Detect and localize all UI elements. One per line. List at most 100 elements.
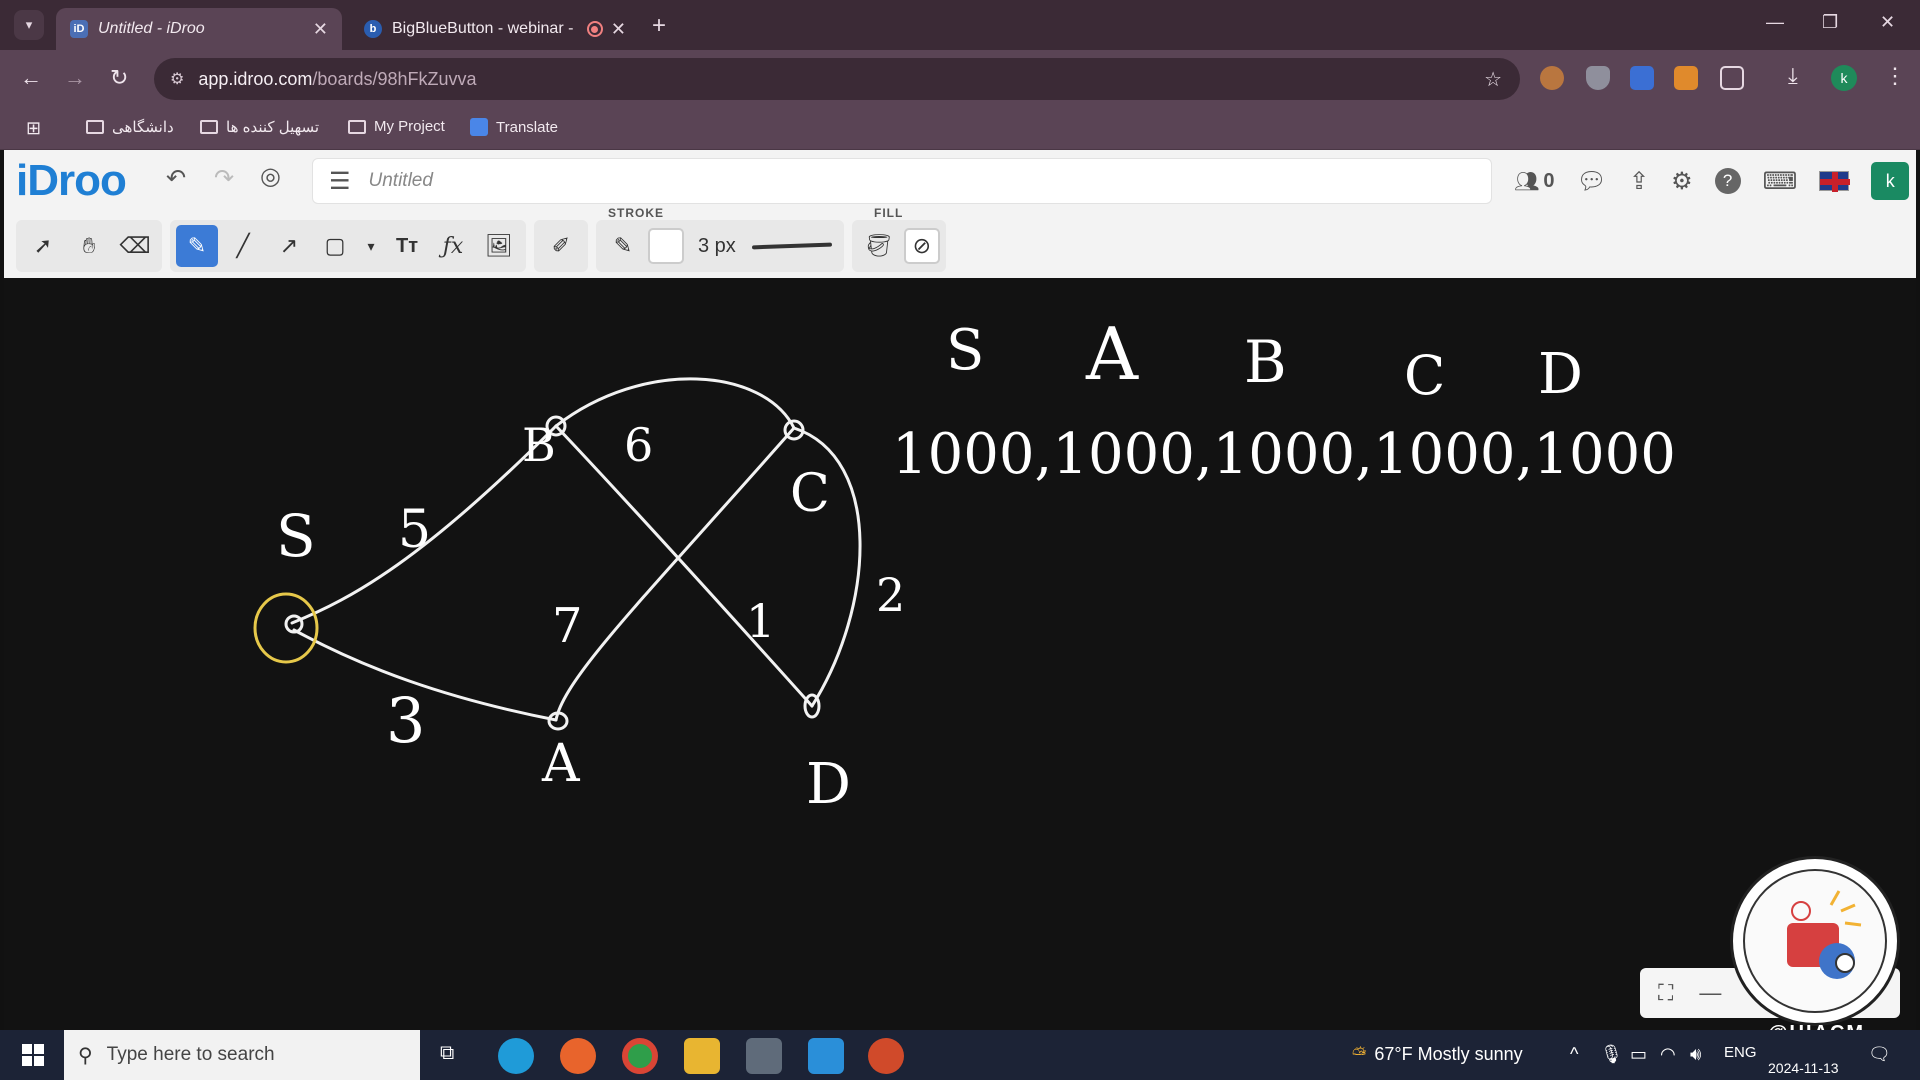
close-tab-icon[interactable]: ✕ xyxy=(313,19,328,40)
stroke-color-swatch[interactable] xyxy=(648,228,684,264)
close-tab-icon[interactable]: ✕ xyxy=(611,19,626,40)
undo-icon[interactable]: ↶ xyxy=(166,164,186,193)
system-date[interactable]: 2024-11-13 xyxy=(1768,1060,1839,1076)
windows-start-icon[interactable] xyxy=(22,1044,44,1066)
freehand-pen-icon[interactable]: ✎ xyxy=(176,225,218,267)
notifications-icon[interactable]: 🗨︎ xyxy=(1868,1044,1891,1065)
weather-widget[interactable]: ⛅︎ 67°F Mostly sunny xyxy=(1352,1044,1523,1065)
folder-icon xyxy=(348,119,366,134)
firefox-icon[interactable] xyxy=(560,1038,596,1074)
bookmark-folder-my-project[interactable]: My Project xyxy=(348,118,445,135)
tab-title: BigBlueButton - webinar - I xyxy=(392,20,579,37)
pan-hand-icon[interactable]: ✋︎ xyxy=(68,225,110,267)
fox-extension-icon[interactable] xyxy=(1674,66,1698,90)
tab-search-chevron-icon[interactable]: ▾ xyxy=(14,10,44,40)
apps-grid-icon[interactable]: ⊞ xyxy=(26,118,41,139)
photos-icon[interactable] xyxy=(808,1038,844,1074)
edge-browser-icon[interactable] xyxy=(498,1038,534,1074)
wifi-icon[interactable]: ◠ xyxy=(1660,1044,1676,1065)
url-text[interactable]: app.idroo.com/boards/98hFkZuvva xyxy=(198,69,476,90)
powerpoint-icon[interactable] xyxy=(868,1038,904,1074)
select-cursor-icon[interactable]: ➚ xyxy=(22,225,64,267)
weight-c-d: 2 xyxy=(876,568,906,622)
uk-flag-icon[interactable] xyxy=(1819,171,1851,192)
eyedropper-group: ✐ xyxy=(534,220,588,272)
hamburger-menu-icon[interactable]: ☰ xyxy=(329,167,351,196)
drawing-tools: ✎ ╱ ↗ ▢ ▾ Tт ƒx 🖼︎ xyxy=(170,220,526,272)
chrome-icon[interactable] xyxy=(622,1038,658,1074)
share-icon[interactable]: ⇪ xyxy=(1629,167,1649,196)
fill-bucket-icon[interactable]: 🪣︎ xyxy=(858,225,900,267)
help-icon[interactable]: ? xyxy=(1714,168,1741,194)
stroke-style-preview[interactable] xyxy=(751,242,832,250)
site-info-icon[interactable]: ⚙ xyxy=(170,69,184,89)
file-explorer-icon[interactable] xyxy=(684,1038,720,1074)
text-tool-icon[interactable]: Tт xyxy=(386,225,428,267)
rectangle-icon[interactable]: ▢ xyxy=(314,225,356,267)
settings-gear-icon[interactable]: ⚙ xyxy=(1671,167,1693,196)
battery-icon[interactable]: ▭ xyxy=(1630,1044,1647,1065)
cookie-extension-icon[interactable] xyxy=(1540,66,1564,90)
board-title[interactable]: Untitled xyxy=(369,170,433,192)
bookmark-translate[interactable]: Translate xyxy=(470,118,558,136)
acm-logo-seal xyxy=(1743,869,1887,1013)
bookmark-folder-academic[interactable]: دانشگاهی xyxy=(86,118,174,136)
stroke-color-pen-icon[interactable]: ✎ xyxy=(602,225,644,267)
download-manager-extension-icon[interactable] xyxy=(1630,66,1654,90)
extensions-puzzle-icon[interactable] xyxy=(1720,66,1744,90)
back-arrow-icon[interactable]: ← xyxy=(20,65,42,91)
fill-section-label: FILL xyxy=(874,206,904,220)
dist-value-c: 1000 xyxy=(1372,422,1516,487)
browser-menu-icon[interactable]: ⋮ xyxy=(1884,63,1906,89)
bookmark-folder-facilitators[interactable]: تسهیل کننده ها xyxy=(200,118,319,136)
image-icon[interactable]: 🖼︎ xyxy=(478,225,520,267)
formula-fx-icon[interactable]: ƒx xyxy=(432,225,474,267)
graph-label-d: D xyxy=(806,752,851,817)
arrow-line-icon[interactable]: ↗ xyxy=(268,225,310,267)
task-view-icon[interactable]: ⧉ xyxy=(440,1042,454,1065)
close-window-icon[interactable]: ✕ xyxy=(1880,12,1895,33)
target-center-icon[interactable]: ◎ xyxy=(260,162,281,191)
bookmark-star-icon[interactable]: ☆ xyxy=(1484,67,1502,92)
profile-avatar[interactable]: k xyxy=(1831,65,1857,91)
calculator-icon[interactable] xyxy=(746,1038,782,1074)
participants-button[interactable]: 👥︎ 0 xyxy=(1514,169,1555,194)
zoom-out-icon[interactable]: — xyxy=(1699,980,1721,1006)
user-avatar[interactable]: k xyxy=(1871,162,1910,200)
board-title-field[interactable]: ☰ Untitled xyxy=(312,158,1492,204)
folder-icon xyxy=(200,120,218,134)
graph-label-b: B xyxy=(522,418,556,472)
line-icon[interactable]: ╱ xyxy=(222,225,264,267)
taskbar-search[interactable]: ⚲ Type here to search xyxy=(64,1030,420,1080)
restore-window-icon[interactable]: ❐ xyxy=(1822,12,1838,33)
volume-icon[interactable]: 🔊︎ xyxy=(1690,1044,1701,1065)
shape-dropdown-chevron-icon[interactable]: ▾ xyxy=(360,225,382,267)
bookmark-label: تسهیل کننده ها xyxy=(226,119,320,136)
no-fill-icon[interactable]: ⊘ xyxy=(903,228,940,264)
tab-idroo[interactable]: iD Untitled - iDroo ✕ xyxy=(56,8,342,50)
redo-icon[interactable]: ↷ xyxy=(214,164,234,193)
input-language[interactable]: ENG xyxy=(1724,1044,1757,1061)
microphone-icon[interactable]: 🎙︎ xyxy=(1600,1044,1623,1065)
address-bar[interactable]: ⚙ app.idroo.com/boards/98hFkZuvva ☆ xyxy=(154,58,1520,100)
keyboard-icon[interactable]: ⌨ xyxy=(1763,167,1798,196)
reload-icon[interactable]: ↻ xyxy=(110,65,128,91)
shield-extension-icon[interactable] xyxy=(1586,66,1610,90)
acm-chapter-logo xyxy=(1730,856,1900,1026)
weight-b-d: 1 xyxy=(746,594,776,648)
chat-icon[interactable]: 💬︎ xyxy=(1577,167,1607,196)
new-tab-plus-icon[interactable]: + xyxy=(652,12,666,40)
graph-label-a: A xyxy=(542,734,580,794)
show-hidden-icons-chevron-icon[interactable]: ^ xyxy=(1570,1044,1578,1065)
tab-bigbluebutton[interactable]: b BigBlueButton - webinar - I ✕ xyxy=(350,8,640,50)
eyedropper-icon[interactable]: ✐ xyxy=(540,225,582,267)
fullscreen-icon[interactable]: ⛶ xyxy=(1658,980,1673,1006)
idroo-logo[interactable]: iDroo xyxy=(16,156,127,206)
stroke-width-value[interactable]: 3 px xyxy=(698,235,736,258)
downloads-icon[interactable]: ⤓ xyxy=(1788,63,1798,89)
minimize-window-icon[interactable]: — xyxy=(1766,12,1784,33)
forward-arrow-icon[interactable]: → xyxy=(64,65,86,91)
windows-taskbar: ⚲ Type here to search ⧉ ⛅︎ 67°F Mostly s… xyxy=(0,1030,1920,1080)
whiteboard-canvas[interactable]: S B C A D 5 3 6 7 1 2 S A B C D 1000, 10… xyxy=(4,278,1916,1030)
eraser-icon[interactable]: ⌫ xyxy=(114,225,156,267)
